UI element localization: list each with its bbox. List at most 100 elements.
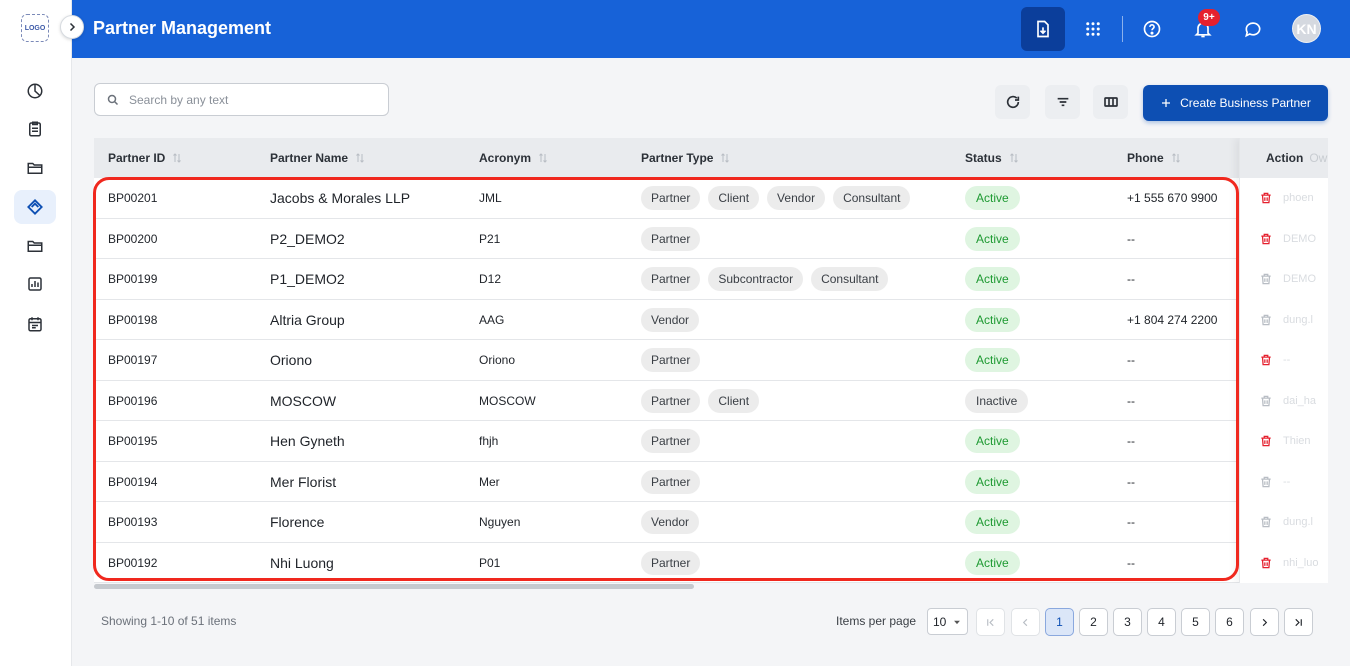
cell-status: Active [965, 421, 1020, 461]
chevron-left-icon [1022, 618, 1028, 626]
page-button-1[interactable]: 1 [1045, 608, 1074, 636]
apps-button[interactable] [1071, 7, 1115, 51]
table-row[interactable]: BP00199 P1_DEMO2 D12 Partner Subcontractor Co… [94, 259, 1328, 300]
type-chip: Vendor [641, 510, 700, 534]
search-box[interactable] [94, 83, 389, 116]
delete-button[interactable] [1259, 353, 1273, 367]
page-button-2[interactable]: 2 [1079, 608, 1108, 636]
columns-button[interactable] [1093, 85, 1128, 119]
cell-partner-name[interactable]: Florence [270, 502, 324, 542]
app-logo[interactable]: LOGO [21, 14, 49, 42]
search-input[interactable] [129, 92, 369, 107]
sidebar-item-dashboard[interactable] [14, 74, 56, 108]
table-row[interactable]: BP00195 Hen Gyneth fhjh Partner Active -- [94, 421, 1328, 462]
type-chip: Vendor [767, 186, 826, 210]
partners-table: Partner ID Partner Name Acronym Partner … [94, 138, 1328, 583]
next-page-button[interactable] [1250, 608, 1279, 636]
filter-button[interactable] [1045, 85, 1080, 119]
sidebar-toggle-button[interactable] [60, 15, 84, 39]
plus-icon [1162, 99, 1171, 107]
page-button-5[interactable]: 5 [1181, 608, 1210, 636]
column-header-acronym[interactable]: Acronym [479, 138, 549, 178]
help-button[interactable] [1130, 7, 1174, 51]
cell-partner-id: BP00196 [108, 393, 158, 408]
cell-partner-name[interactable]: Altria Group [270, 300, 345, 340]
cell-partner-name[interactable]: Hen Gyneth [270, 421, 345, 461]
cell-status: Active [965, 300, 1020, 340]
page-button-3[interactable]: 3 [1113, 608, 1142, 636]
chat-button[interactable] [1231, 7, 1275, 51]
table-row[interactable]: BP00201 Jacobs & Morales LLP JML Partner Cli… [94, 178, 1328, 219]
cell-phone: -- [1127, 393, 1135, 408]
type-chip: Consultant [833, 186, 911, 210]
cell-partner-name[interactable]: P2_DEMO2 [270, 219, 345, 259]
cell-partner-name[interactable]: Mer Florist [270, 462, 336, 502]
trash-icon [1261, 273, 1271, 285]
column-header-partner-name[interactable]: Partner Name [270, 138, 366, 178]
cell-phone: -- [1127, 434, 1135, 448]
table-row[interactable]: BP00196 MOSCOW MOSCOW Partner Client Inactive… [94, 381, 1328, 421]
type-chip: Consultant [811, 267, 889, 291]
table-row[interactable]: BP00200 P2_DEMO2 P21 Partner Active -- [94, 219, 1328, 259]
column-header-partner-type[interactable]: Partner Type [641, 138, 731, 178]
sidebar-item-projects[interactable] [14, 151, 56, 185]
delete-button[interactable] [1259, 191, 1273, 205]
action-ghost-text: phoen [1283, 192, 1314, 204]
delete-button[interactable] [1259, 434, 1273, 448]
delete-button[interactable] [1259, 556, 1273, 570]
sidebar-item-tasks[interactable] [14, 112, 56, 146]
action-cell: -- [1240, 462, 1328, 502]
last-page-button[interactable] [1284, 608, 1313, 636]
column-header-partner-id[interactable]: Partner ID [108, 138, 183, 178]
cell-partner-name[interactable]: P1_DEMO2 [270, 259, 345, 299]
page-button-4[interactable]: 4 [1147, 608, 1176, 636]
create-business-partner-button[interactable]: Create Business Partner [1143, 85, 1328, 121]
sort-icon[interactable] [171, 152, 183, 164]
cell-partner-name[interactable]: MOSCOW [270, 381, 336, 421]
column-header-phone[interactable]: Phone [1127, 138, 1182, 178]
trash-icon [1261, 557, 1271, 568]
sort-icon[interactable] [537, 152, 549, 164]
cell-partner-name[interactable]: Nhi Luong [270, 543, 334, 583]
folder-open-icon [27, 162, 43, 174]
horizontal-scrollbar[interactable] [94, 584, 694, 589]
download-button[interactable] [1021, 7, 1065, 51]
sort-icon[interactable] [719, 152, 731, 164]
sidebar-item-calendar[interactable] [14, 307, 56, 341]
delete-button[interactable] [1259, 272, 1273, 286]
items-per-page-select[interactable]: 10 [927, 608, 968, 635]
delete-button[interactable] [1259, 515, 1273, 529]
cell-partner-name[interactable]: Oriono [270, 340, 312, 380]
trash-icon [1261, 354, 1271, 366]
cell-partner-name[interactable]: Jacobs & Morales LLP [270, 178, 410, 218]
refresh-button[interactable] [995, 85, 1030, 119]
delete-button[interactable] [1259, 394, 1273, 408]
status-badge: Active [965, 267, 1020, 291]
sidebar-item-partners[interactable] [14, 190, 56, 224]
table-row[interactable]: BP00192 Nhi Luong P01 Partner Active -- [94, 543, 1328, 583]
sort-icon[interactable] [1170, 152, 1182, 164]
delete-button[interactable] [1259, 475, 1273, 489]
table-row[interactable]: BP00194 Mer Florist Mer Partner Active -- [94, 462, 1328, 502]
page-button-6[interactable]: 6 [1215, 608, 1244, 636]
sort-icon[interactable] [1008, 152, 1020, 164]
action-cell: DEMO [1240, 259, 1328, 299]
first-page-button[interactable] [976, 608, 1005, 636]
delete-button[interactable] [1259, 232, 1273, 246]
sidebar-item-documents[interactable] [14, 229, 56, 263]
cell-phone: -- [1127, 515, 1135, 529]
notification-badge: 9+ [1198, 9, 1220, 26]
table-row[interactable]: BP00193 Florence Nguyen Vendor Active -- [94, 502, 1328, 543]
table-row[interactable]: BP00198 Altria Group AAG Vendor Active +1 804… [94, 300, 1328, 340]
cell-partner-type: Partner [641, 462, 708, 502]
cell-status: Active [965, 340, 1020, 380]
user-avatar[interactable]: KN [1292, 14, 1321, 43]
folder-icon [27, 240, 43, 252]
column-header-status[interactable]: Status [965, 138, 1020, 178]
sort-icon[interactable] [354, 152, 366, 164]
prev-page-button[interactable] [1011, 608, 1040, 636]
sidebar-item-reports[interactable] [14, 267, 56, 301]
delete-button[interactable] [1259, 313, 1273, 327]
action-ghost-text: dung.l [1283, 516, 1313, 528]
table-row[interactable]: BP00197 Oriono Oriono Partner Active -- [94, 340, 1328, 381]
